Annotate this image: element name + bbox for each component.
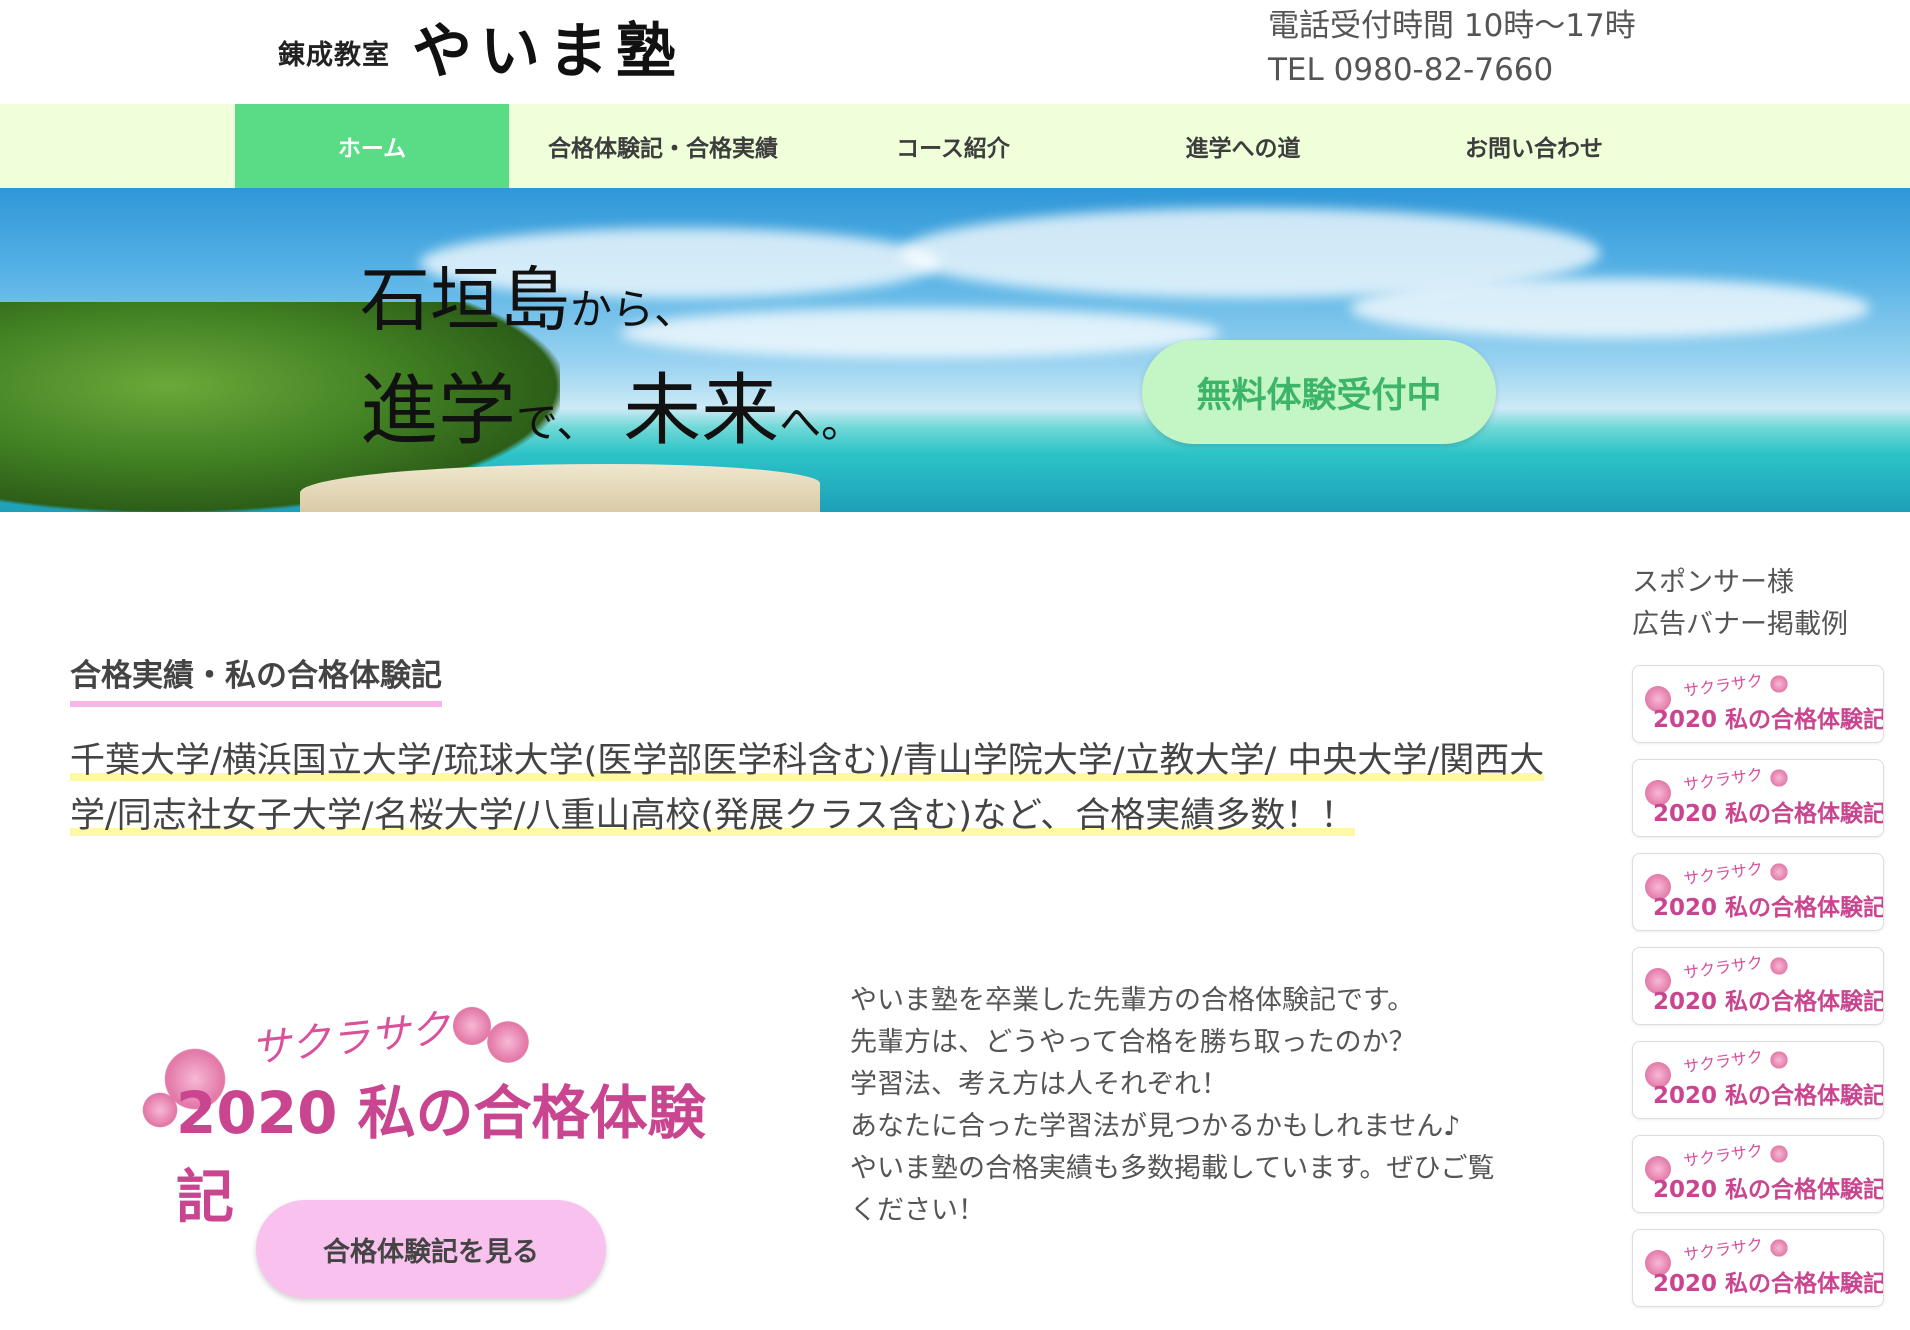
sidebar-banner[interactable]: サクラサク 2020 私の合格体験記 (1632, 1135, 1884, 1213)
view-experience-button[interactable]: 合格体験記を見る (256, 1200, 606, 1298)
experience-description: やいま塾を卒業した先輩方の合格体験記です。 先輩方は、どうやって合格を勝ち取った… (850, 985, 1495, 1226)
sidebar-title: スポンサー様 広告バナー掲載例 (1632, 567, 1848, 640)
sidebar-banner[interactable]: サクラサク 2020 私の合格体験記 (1632, 947, 1884, 1025)
sakura-flower-icon (1769, 1050, 1789, 1070)
results-text: 千葉大学/横浜国立大学/琉球大学(医学部医学科含む)/青山学院大学/立教大学/ … (70, 741, 1545, 836)
phone-number[interactable]: TEL 0980-82-7660 (1268, 48, 1636, 92)
sidebar-banner[interactable]: サクラサク 2020 私の合格体験記 (1632, 853, 1884, 931)
site-header: 錬成教室 やいま塾 電話受付時間 10時〜17時 TEL 0980-82-766… (0, 0, 1910, 104)
hero-cloud (1350, 278, 1870, 338)
section-title: 合格実績・私の合格体験記 (70, 650, 442, 707)
hero-cloud (620, 308, 1220, 358)
hero-headline-line1: 石垣島から、 (360, 259, 697, 341)
sakura-flower-icon (140, 1090, 180, 1130)
sidebar-banner[interactable]: サクラサク 2020 私の合格体験記 (1632, 759, 1884, 837)
sidebar-banner[interactable]: サクラサク 2020 私の合格体験記 (1632, 665, 1884, 743)
nav-item-results[interactable]: 合格体験記・合格実績 (509, 104, 817, 188)
sakura-flower-icon (1769, 1238, 1789, 1258)
nav-item-contact[interactable]: お問い合わせ (1397, 104, 1671, 188)
site-logo[interactable]: 錬成教室 やいま塾 (278, 18, 684, 86)
logo-title: やいま塾 (412, 17, 684, 87)
nav-item-home[interactable]: ホーム (235, 104, 509, 188)
contact-info: 電話受付時間 10時〜17時 TEL 0980-82-7660 (1268, 4, 1636, 92)
sakura-flower-icon (1769, 862, 1789, 882)
hero-banner: 石垣島から、 進学で、 未来へ。 無料体験受付中 (0, 188, 1910, 512)
sakura-flower-icon (1769, 1144, 1789, 1164)
nav-item-path[interactable]: 進学への道 (1089, 104, 1397, 188)
hero-headline-line2: 進学で、 未来へ。 (360, 366, 864, 456)
sakura-flower-icon (1769, 956, 1789, 976)
sakura-flower-icon (1769, 768, 1789, 788)
phone-hours: 電話受付時間 10時〜17時 (1268, 8, 1636, 44)
experience-banner[interactable]: サクラサク 2020 私の合格体験記 (140, 1004, 720, 1231)
banner-sakura-text: サクラサク (248, 1005, 453, 1073)
sakura-flower-icon (1769, 674, 1789, 694)
sakura-flower-icon (484, 1018, 532, 1066)
free-trial-button[interactable]: 無料体験受付中 (1142, 340, 1496, 444)
logo-subtitle: 錬成教室 (278, 40, 390, 71)
sidebar-banner[interactable]: サクラサク 2020 私の合格体験記 (1632, 1041, 1884, 1119)
main-nav: ホーム 合格体験記・合格実績 コース紹介 進学への道 お問い合わせ (0, 104, 1910, 188)
sidebar-banner[interactable]: サクラサク 2020 私の合格体験記 (1632, 1229, 1884, 1307)
nav-item-courses[interactable]: コース紹介 (817, 104, 1089, 188)
